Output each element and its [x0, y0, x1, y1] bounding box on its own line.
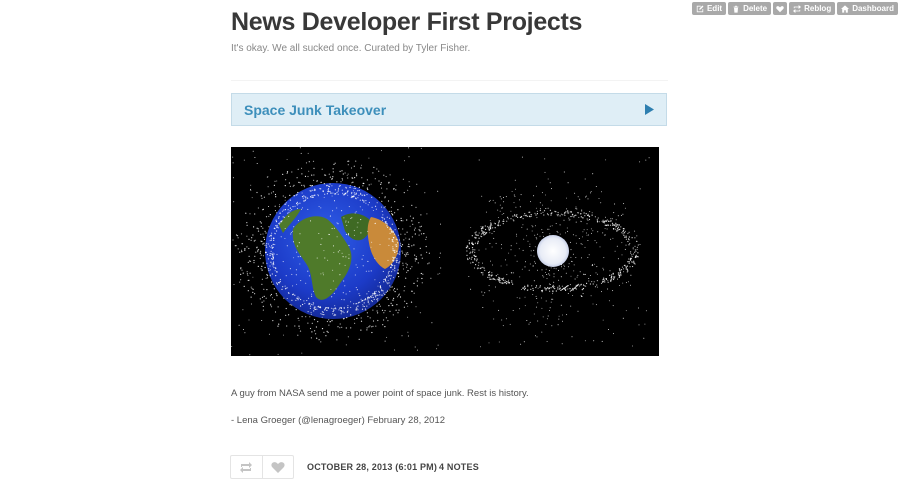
post-link-title[interactable]: Space Junk Takeover	[244, 102, 386, 118]
post-source: - Lena Groeger (@lenagroeger) February 2…	[231, 415, 446, 426]
post-reblog-button[interactable]	[231, 456, 262, 478]
home-icon	[841, 4, 850, 13]
delete-label: Delete	[743, 4, 768, 13]
delete-button[interactable]: Delete	[728, 2, 772, 15]
post-actions	[230, 455, 294, 479]
heart-icon	[776, 5, 784, 12]
post-like-button[interactable]	[261, 456, 294, 478]
post-quote: A guy from NASA send me a power point of…	[231, 388, 529, 399]
blog-description: It's okay. We all sucked once. Curated b…	[231, 43, 471, 54]
post-link-banner[interactable]: Space Junk Takeover	[231, 93, 667, 126]
reblog-icon	[793, 4, 802, 13]
space-junk-image	[231, 147, 659, 356]
reblog-label: Reblog	[804, 4, 832, 13]
heart-icon	[271, 461, 285, 473]
tumblr-controls: Edit Delete Reblog Dashboard	[691, 2, 898, 15]
dashboard-label: Dashboard	[852, 4, 894, 13]
blog-title[interactable]: News Developer First Projects	[231, 8, 582, 37]
play-arrow-icon[interactable]	[645, 104, 654, 115]
post-date[interactable]: OCTOBER 28, 2013 (6:01 PM)	[307, 462, 437, 472]
post-notes[interactable]: 4 NOTES	[439, 462, 479, 472]
header-divider	[231, 80, 668, 81]
edit-button[interactable]: Edit	[691, 2, 727, 15]
edit-icon	[696, 5, 704, 12]
dashboard-button[interactable]: Dashboard	[837, 2, 898, 15]
trash-icon	[733, 5, 739, 13]
edit-label: Edit	[706, 4, 723, 13]
like-button[interactable]	[773, 2, 788, 15]
reblog-icon	[240, 461, 253, 473]
reblog-button[interactable]: Reblog	[789, 2, 836, 15]
